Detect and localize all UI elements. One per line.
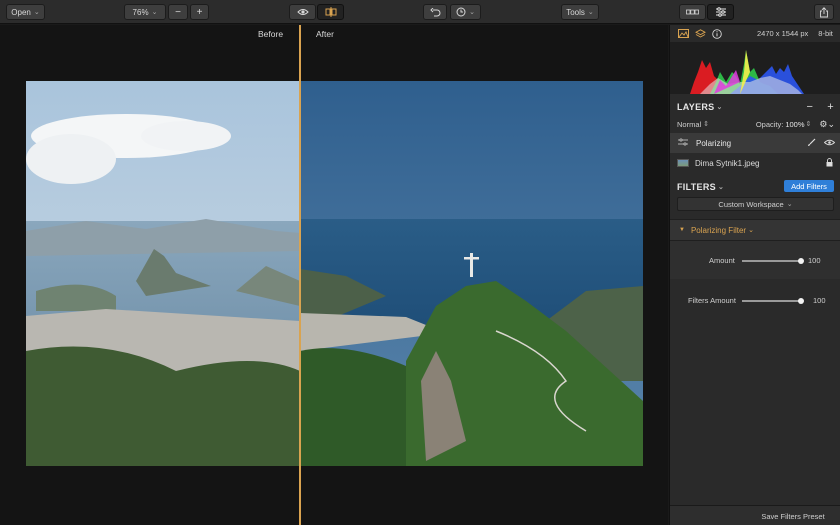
panel-header: 2470 x 1544 px 8-bit (670, 25, 840, 42)
updown-chevron-icon[interactable]: ⇕ (703, 120, 709, 128)
amount-value[interactable]: 100 (808, 256, 821, 265)
photo-preview (26, 81, 643, 466)
amount-slider-track[interactable] (742, 260, 802, 262)
share-button[interactable] (814, 4, 834, 20)
filter-name: Polarizing Filter (690, 225, 747, 235)
layer-name: Polarizing (696, 138, 732, 148)
open-label: Open (11, 7, 31, 17)
before-label: Before (258, 29, 284, 39)
chevron-down-icon: ⌄ (151, 9, 158, 16)
after-label: After (316, 29, 334, 39)
filmstrip-button[interactable] (679, 4, 706, 20)
filter-controls: Amount 100 (670, 241, 840, 279)
zoom-out-icon: − (175, 6, 181, 18)
updown-chevron-icon[interactable]: ⇕ (806, 120, 812, 128)
histogram (670, 42, 840, 94)
workspace-select[interactable]: Custom Workspace ⌄ (677, 197, 834, 211)
zoom-in-button[interactable]: + (190, 4, 209, 20)
chevron-down-icon: ⌄ (587, 9, 594, 16)
save-filters-preset-button[interactable]: Save Filters Preset (746, 510, 840, 522)
sliders-icon (715, 7, 726, 17)
zoom-in-icon: + (196, 6, 203, 18)
before-image (26, 81, 300, 466)
undo-icon (429, 7, 440, 16)
filters-amount-row: Filters Amount 100 (670, 293, 840, 307)
opacity-value[interactable]: 100% (785, 120, 804, 129)
add-layer-icon[interactable]: + (827, 101, 834, 113)
bit-depth: 8-bit (818, 29, 833, 38)
share-icon (820, 6, 828, 17)
collapse-triangle-icon[interactable]: ▼ (679, 227, 685, 233)
split-divider-handle[interactable] (299, 25, 301, 525)
adjustments-panel-button[interactable] (707, 4, 734, 20)
filters-amount-value[interactable]: 100 (813, 296, 826, 305)
zoom-out-button[interactable]: − (168, 4, 188, 20)
layer-options-row: Normal ⇕ Opacity: 100% ⇕ ⚙⌄ (670, 118, 840, 130)
add-filters-button[interactable]: Add Filters (784, 180, 834, 192)
filmstrip-icon (686, 9, 699, 15)
amount-label: Amount (709, 256, 735, 265)
after-image (300, 81, 643, 466)
filters-title[interactable]: FILTERS (677, 182, 716, 192)
panel-footer: Save Filters Preset (670, 505, 840, 525)
filters-amount-label: Filters Amount (688, 296, 736, 305)
chevron-down-icon: ⌄ (33, 9, 40, 16)
image-info-icon[interactable] (676, 28, 690, 40)
chevron-down-icon: ⌄ (786, 201, 793, 208)
layer-item[interactable]: Polarizing (670, 133, 840, 153)
chevron-down-icon[interactable]: ⌄ (718, 183, 724, 191)
layer-thumbnail (677, 159, 689, 167)
undo-button[interactable] (423, 4, 447, 20)
preview-toggle-button[interactable] (289, 4, 316, 20)
zoom-select[interactable]: 76% ⌄ (124, 4, 166, 20)
top-toolbar: Open ⌄ 76% ⌄ − + ⌄ Tools ⌄ (0, 0, 840, 24)
layers-icon[interactable] (693, 28, 707, 40)
opacity-label: Opacity: (755, 119, 784, 129)
right-panel: 2470 x 1544 px 8-bit LAYERS ⌄ − + Normal… (669, 25, 840, 525)
blend-mode-select[interactable]: Normal (677, 120, 701, 129)
tools-button[interactable]: Tools ⌄ (561, 4, 599, 20)
info-icon[interactable] (710, 28, 724, 40)
open-button[interactable]: Open ⌄ (6, 4, 45, 20)
image-dimensions: 2470 x 1544 px (757, 29, 809, 38)
gear-icon[interactable]: ⚙⌄ (819, 119, 835, 130)
layers-header: LAYERS ⌄ − + (670, 100, 840, 114)
chevron-down-icon[interactable]: ⌄ (748, 226, 754, 234)
layers-title[interactable]: LAYERS (677, 102, 714, 112)
clock-icon (456, 7, 466, 17)
zoom-value: 76% (132, 7, 149, 17)
amount-slider-knob[interactable] (798, 258, 804, 264)
filters-amount-slider-knob[interactable] (798, 298, 804, 304)
visibility-eye-icon[interactable] (823, 139, 836, 148)
split-view-icon (325, 7, 336, 17)
split-view-button[interactable] (317, 4, 344, 20)
layer-item[interactable]: Dima Sytnik1.jpeg (670, 153, 840, 173)
chevron-down-icon[interactable]: ⌄ (716, 103, 722, 111)
workspace-label: Custom Workspace (718, 199, 784, 209)
tools-label: Tools (566, 7, 585, 17)
brush-icon[interactable] (807, 138, 816, 149)
filters-amount-slider-track[interactable] (742, 300, 802, 302)
remove-layer-icon[interactable]: − (807, 101, 814, 113)
chevron-down-icon: ⌄ (469, 9, 475, 16)
eye-icon (296, 9, 309, 15)
lock-icon[interactable] (826, 157, 833, 169)
history-button[interactable]: ⌄ (450, 4, 481, 20)
image-canvas[interactable]: Before After (0, 25, 668, 525)
adjustments-layer-icon (678, 138, 688, 148)
filter-header-polarizing[interactable]: ▼ Polarizing Filter ⌄ (670, 219, 840, 241)
layer-name: Dima Sytnik1.jpeg (695, 158, 760, 168)
